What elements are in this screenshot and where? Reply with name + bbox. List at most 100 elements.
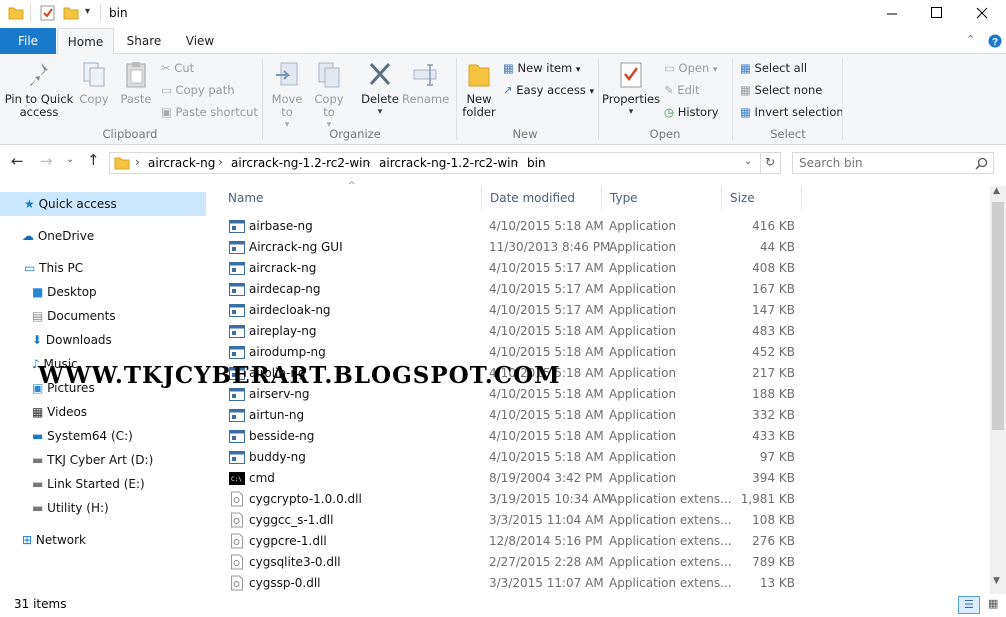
file-name: airtun-ng <box>249 408 305 422</box>
scroll-up-arrow-icon[interactable]: ▲ <box>993 186 1000 196</box>
file-row[interactable]: aireplay-ng 4/10/2015 5:18 AM Application 4… <box>220 321 820 342</box>
file-row[interactable]: Aircrack-ng GUI 11/30/2013 8:46 PM Applica… <box>220 237 820 258</box>
scrollbar-thumb[interactable] <box>992 202 1004 430</box>
scroll-down-arrow-icon[interactable]: ▼ <box>993 576 1000 586</box>
large-icons-view-button[interactable]: ▦ <box>984 596 1004 614</box>
nav-desktop[interactable]: ■ Desktop <box>32 281 97 303</box>
tab-view[interactable]: View <box>174 28 226 54</box>
search-icon[interactable] <box>975 157 988 170</box>
edit-button[interactable]: ✎ Edit <box>664 80 700 100</box>
vertical-scrollbar[interactable]: ▲ ▼ <box>990 186 1006 594</box>
cut-button[interactable]: ✂ Cut <box>161 58 194 78</box>
file-row[interactable]: airodump-ng 4/10/2015 5:18 AM Application 4… <box>220 342 820 363</box>
video-film-icon: ▦ <box>32 405 44 419</box>
history-button[interactable]: ◷ History <box>664 102 719 122</box>
copy-button[interactable]: Copy <box>76 60 112 106</box>
breadcrumb-bin[interactable]: bin <box>527 156 546 170</box>
rename-button[interactable]: Rename <box>402 60 449 106</box>
tab-file[interactable]: File <box>0 28 56 54</box>
file-row[interactable]: airtun-ng 4/10/2015 5:18 AM Application 332… <box>220 405 820 426</box>
ribbon-collapse-icon[interactable]: ⌃ <box>966 33 975 46</box>
search-box[interactable] <box>792 152 994 174</box>
nav-onedrive[interactable]: ☁ OneDrive <box>22 225 94 247</box>
up-arrow-icon[interactable]: ↑ <box>87 151 100 169</box>
column-header-size[interactable]: Size <box>722 186 802 210</box>
address-bar[interactable]: › aircrack-ng › aircrack-ng-1.2-rc2-win … <box>109 152 781 174</box>
properties-button[interactable]: Properties ▾ <box>602 60 660 119</box>
nav-documents[interactable]: ▤ Documents <box>32 305 116 327</box>
paste-button[interactable]: Paste <box>116 60 156 106</box>
file-row[interactable]: airdecap-ng 4/10/2015 5:17 AM Application 1… <box>220 279 820 300</box>
open-button[interactable]: ▭ Open ▾ <box>664 58 717 78</box>
help-icon[interactable]: ? <box>988 34 1002 48</box>
move-to-button[interactable]: Move to ▾ <box>268 60 306 132</box>
refresh-icon[interactable]: ↻ <box>765 155 775 169</box>
breadcrumb-aircrack-ng-win-1[interactable]: aircrack-ng-1.2-rc2-win <box>231 156 370 170</box>
back-arrow-icon[interactable]: ← <box>11 152 24 170</box>
file-size: 108 KB <box>752 513 795 527</box>
nav-downloads[interactable]: ⬇ Downloads <box>32 329 112 351</box>
group-label-open: Open <box>649 127 681 141</box>
invert-selection-button[interactable]: ▦ Invert selection <box>740 102 844 122</box>
recent-locations-dropdown-icon[interactable]: ⌄ <box>66 154 74 165</box>
nav-link-started-drive[interactable]: ▬ Link Started (E:) <box>32 473 145 495</box>
address-folder-icon <box>114 157 130 170</box>
close-icon[interactable] <box>976 7 988 19</box>
search-input[interactable] <box>799 155 969 171</box>
forward-arrow-icon[interactable]: → <box>40 152 53 170</box>
minimize-icon[interactable] <box>886 8 898 20</box>
file-row[interactable]: cygssp-0.dll 3/3/2015 11:07 AM Application… <box>220 573 820 594</box>
pin-quick-access-button[interactable]: Pin to Quick access <box>4 60 74 119</box>
nav-videos-label: Videos <box>47 405 88 419</box>
file-date: 3/19/2015 10:34 AM <box>489 492 612 506</box>
tab-share[interactable]: Share <box>118 28 170 54</box>
file-row[interactable]: cyggcc_s-1.dll 3/3/2015 11:04 AM Applicati… <box>220 510 820 531</box>
easy-access-button[interactable]: ↗ Easy access ▾ <box>503 80 594 100</box>
nav-tkj-drive[interactable]: ▬ TKJ Cyber Art (D:) <box>32 449 153 471</box>
nav-utility-drive[interactable]: ▬ Utility (H:) <box>32 497 109 519</box>
properties-quick-icon[interactable] <box>40 5 55 21</box>
maximize-icon[interactable] <box>931 7 943 19</box>
file-name: cygsqlite3-0.dll <box>249 555 341 569</box>
file-date: 4/10/2015 5:17 AM <box>489 261 604 275</box>
nav-system64-drive[interactable]: ▬ System64 (C:) <box>32 425 133 447</box>
breadcrumb-aircrack-ng-win-2[interactable]: aircrack-ng-1.2-rc2-win <box>379 156 518 170</box>
copy-path-button[interactable]: ▭ Copy path <box>161 80 235 100</box>
new-item-icon: ▦ <box>503 61 514 75</box>
file-row[interactable]: buddy-ng 4/10/2015 5:18 AM Application 97 K… <box>220 447 820 468</box>
application-icon <box>229 430 245 443</box>
breadcrumb-aircrack-ng[interactable]: aircrack-ng <box>148 156 215 170</box>
new-folder-quick-icon[interactable] <box>63 6 79 20</box>
delete-button[interactable]: Delete ▾ <box>358 60 402 119</box>
copy-to-button[interactable]: Copy to ▾ <box>310 60 348 132</box>
new-folder-button[interactable]: New folder <box>458 60 500 119</box>
nav-quick-access[interactable]: ★ Quick access <box>24 193 117 215</box>
column-header-date[interactable]: Date modified <box>482 186 602 210</box>
nav-network[interactable]: ⊞ Network <box>22 529 86 551</box>
application-icon <box>229 325 245 338</box>
nav-this-pc[interactable]: ▭ This PC <box>24 257 83 279</box>
address-history-dropdown-icon[interactable]: ⌄ <box>744 156 752 167</box>
file-row[interactable]: aircrack-ng 4/10/2015 5:17 AM Application 4… <box>220 258 820 279</box>
download-arrow-icon: ⬇ <box>32 333 43 347</box>
select-none-button[interactable]: ▦ Select none <box>740 80 822 100</box>
column-header-name[interactable]: Name <box>220 186 482 210</box>
nav-videos[interactable]: ▦ Videos <box>32 401 87 423</box>
column-header-type[interactable]: Type <box>602 186 722 210</box>
paste-shortcut-button[interactable]: ▣ Paste shortcut <box>161 102 258 122</box>
file-list: airbase-ng 4/10/2015 5:18 AM Application 41… <box>220 216 990 594</box>
tab-home[interactable]: Home <box>57 28 114 55</box>
file-row[interactable]: cygpcre-1.dll 12/8/2014 5:16 PM Applicatio… <box>220 531 820 552</box>
file-row[interactable]: airbase-ng 4/10/2015 5:18 AM Application 41… <box>220 216 820 237</box>
file-row[interactable]: cygsqlite3-0.dll 2/27/2015 2:28 AM Applica… <box>220 552 820 573</box>
new-item-button[interactable]: ▦ New item ▾ <box>503 58 580 78</box>
open-icon: ▭ <box>664 61 675 75</box>
quick-access-dropdown-icon[interactable]: ▾ <box>85 6 90 17</box>
file-row[interactable]: cygcrypto-1.0.0.dll 3/19/2015 10:34 AM App… <box>220 489 820 510</box>
select-all-button[interactable]: ▦ Select all <box>740 58 807 78</box>
file-row[interactable]: C:\ cmd 8/19/2004 3:42 PM Application 394 KB <box>220 468 820 489</box>
file-row[interactable]: besside-ng 4/10/2015 5:18 AM Application 43… <box>220 426 820 447</box>
file-row[interactable]: airdecloak-ng 4/10/2015 5:17 AM Applicatio… <box>220 300 820 321</box>
details-view-button[interactable]: ☰ <box>958 596 980 614</box>
file-size: 433 KB <box>752 429 795 443</box>
